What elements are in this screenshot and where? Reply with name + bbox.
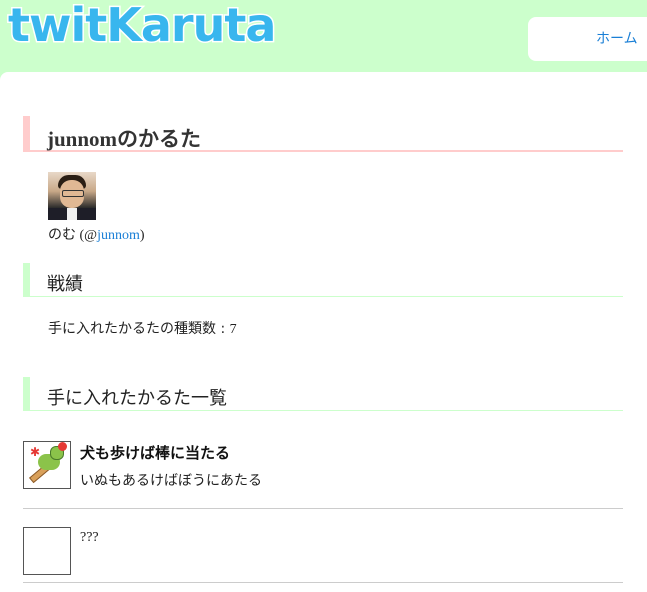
page-title-box: junnomのかるた xyxy=(23,116,623,152)
collection-heading: 手に入れたかるた一覧 xyxy=(47,388,227,409)
nav-bar: ホーム xyxy=(528,17,647,61)
karuta-reading: いぬもあるけばぼうにあたる xyxy=(80,473,262,489)
avatar[interactable] xyxy=(48,172,96,220)
display-name: のむ xyxy=(48,227,76,243)
handle-prefix: (@ xyxy=(79,228,98,243)
collection-heading-box: 手に入れたかるた一覧 xyxy=(23,377,623,411)
stats-count: 7 xyxy=(229,322,237,337)
list-item[interactable]: ??? xyxy=(23,508,623,583)
user-name-line: のむ (@junnom) xyxy=(48,224,145,244)
header: twitKaruta ホーム xyxy=(0,0,647,72)
list-item[interactable]: ✱ 犬も歩けば棒に当たる いぬもあるけばぼうにあたる xyxy=(23,427,623,509)
blank-card-icon[interactable] xyxy=(23,527,71,575)
main-content: junnomのかるた のむ (@junnom) 戦績 手に入れたかるたの種類数 … xyxy=(0,72,647,592)
stats-line: 手に入れたかるたの種類数 : 7 xyxy=(48,318,237,338)
nav-home-link[interactable]: ホーム xyxy=(596,28,638,48)
handle-suffix: ) xyxy=(139,228,145,243)
stats-heading: 戦績 xyxy=(47,274,83,295)
karuta-title-unknown: ??? xyxy=(80,530,99,545)
user-handle-link[interactable]: junnom xyxy=(97,228,140,243)
dog-karuta-icon[interactable]: ✱ xyxy=(23,441,71,489)
page-title: junnomのかるた xyxy=(47,127,202,151)
karuta-title[interactable]: 犬も歩けば棒に当たる xyxy=(80,442,230,463)
stats-label: 手に入れたかるたの種類数 : xyxy=(48,321,230,337)
site-logo[interactable]: twitKaruta xyxy=(6,0,277,54)
stats-heading-box: 戦績 xyxy=(23,263,623,297)
